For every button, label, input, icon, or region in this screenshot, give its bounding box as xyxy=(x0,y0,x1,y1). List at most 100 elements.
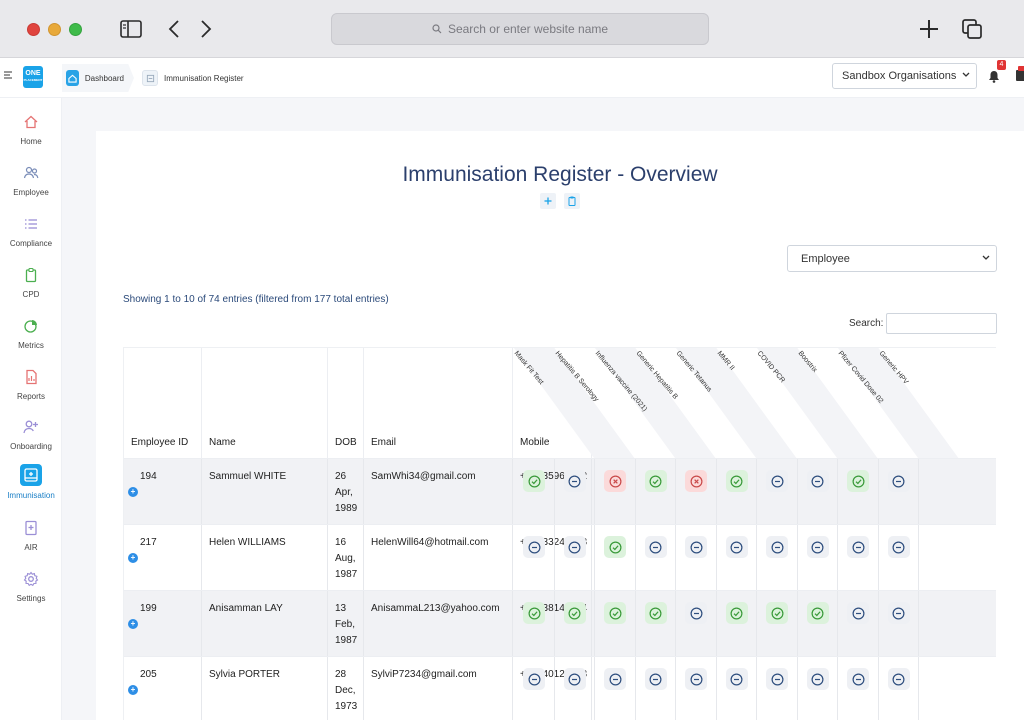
sidebar-item-label: Settings xyxy=(16,594,46,603)
vaccine-status-button[interactable] xyxy=(685,536,707,558)
vaccine-column-header[interactable]: Boostrix xyxy=(796,348,840,458)
minus-circle-icon xyxy=(528,541,541,554)
close-window-button[interactable] xyxy=(27,23,40,36)
sidebar-item-label: Metrics xyxy=(18,341,44,350)
minus-circle-icon xyxy=(811,673,824,686)
minimize-window-button[interactable] xyxy=(48,23,61,36)
sidebar-item-settings[interactable]: Settings xyxy=(0,569,62,603)
sidebar-item-home[interactable]: Home xyxy=(0,112,62,146)
vaccine-status-button[interactable] xyxy=(523,668,545,690)
minus-circle-icon xyxy=(690,673,703,686)
x-circle-icon xyxy=(690,475,703,488)
vaccine-status-button[interactable] xyxy=(563,668,586,690)
sidebar-item-compliance[interactable]: Compliance xyxy=(0,214,62,248)
vaccine-column-header[interactable]: Mask Fit Test xyxy=(513,348,556,458)
sidebar-item-metrics[interactable]: Metrics xyxy=(0,316,62,350)
vaccine-status-button[interactable] xyxy=(644,470,667,492)
back-icon[interactable] xyxy=(166,17,182,41)
vaccine-status-button[interactable] xyxy=(887,470,910,492)
tasks-icon[interactable] xyxy=(1014,66,1024,86)
vaccine-column-header[interactable]: Generic Hepatitis B xyxy=(634,348,678,458)
vaccine-status-button[interactable] xyxy=(644,602,667,624)
vaccine-column-header[interactable]: Hepatitis B Serology xyxy=(553,348,599,458)
vaccine-status-button[interactable] xyxy=(766,602,788,624)
app-logo[interactable]: ONE PLACEMENT xyxy=(23,66,43,88)
vaccine-status-button[interactable] xyxy=(523,536,545,558)
vaccine-status-button[interactable] xyxy=(847,602,869,624)
vaccine-status-button[interactable] xyxy=(887,536,910,558)
vaccine-status-button[interactable] xyxy=(563,536,586,558)
expand-row-button[interactable]: + xyxy=(128,553,138,563)
vaccine-column-header[interactable]: Generic HPV xyxy=(877,348,921,458)
vaccine-status-button[interactable] xyxy=(523,602,545,624)
sidebar-item-immunisation[interactable]: Immunisation xyxy=(0,464,62,500)
dob-part: 1987 xyxy=(335,569,358,580)
check-circle-icon xyxy=(609,541,622,554)
expand-row-button[interactable]: + xyxy=(128,619,138,629)
vaccine-status-button[interactable] xyxy=(806,470,829,492)
vaccine-status-button[interactable] xyxy=(725,668,748,690)
vaccine-status-button[interactable] xyxy=(806,602,829,624)
vaccine-status-button[interactable] xyxy=(847,470,869,492)
vaccine-status-button[interactable] xyxy=(766,668,788,690)
vaccine-status-button[interactable] xyxy=(806,536,829,558)
vaccine-status-button[interactable] xyxy=(847,668,869,690)
vaccine-status-button[interactable] xyxy=(847,536,869,558)
vaccine-status-button[interactable] xyxy=(604,470,626,492)
check-circle-icon xyxy=(852,475,865,488)
vaccine-status-button[interactable] xyxy=(685,470,707,492)
vaccine-status-button[interactable] xyxy=(887,602,910,624)
filter-select[interactable]: Employee xyxy=(787,245,997,272)
vaccine-status-button[interactable] xyxy=(604,668,626,690)
tabs-overview-icon[interactable] xyxy=(960,17,984,41)
vaccine-status-button[interactable] xyxy=(644,536,667,558)
sidebar-item-employee[interactable]: Employee xyxy=(0,163,62,197)
new-tab-icon[interactable] xyxy=(918,17,940,41)
vaccine-column-header[interactable]: MMR II xyxy=(715,348,759,458)
vaccine-status-button[interactable] xyxy=(887,668,910,690)
sidebar-item-onboarding[interactable]: Onboarding xyxy=(0,417,62,451)
minus-circle-icon xyxy=(568,475,581,488)
maximize-window-button[interactable] xyxy=(69,23,82,36)
name-cell: Sylvia PORTER xyxy=(202,657,328,720)
vaccine-status-button[interactable] xyxy=(604,602,626,624)
vaccine-status-button[interactable] xyxy=(725,602,748,624)
vaccine-column-header[interactable]: Influenza vaccine (2021) xyxy=(594,348,648,458)
notifications-button[interactable]: 4 xyxy=(986,60,1006,86)
vaccine-column-header[interactable]: Pfizer Covid Dose 02 xyxy=(837,348,885,458)
sidebar-toggle-icon[interactable] xyxy=(120,17,142,41)
check-circle-icon xyxy=(811,607,824,620)
vaccine-column-header[interactable]: COVID PCR xyxy=(756,348,799,458)
vaccine-status-button[interactable] xyxy=(563,602,586,624)
add-record-button[interactable] xyxy=(540,193,556,209)
vaccine-status-button[interactable] xyxy=(766,470,788,492)
vaccine-status-cell xyxy=(717,459,757,525)
forward-icon[interactable] xyxy=(198,17,214,41)
vaccine-status-button[interactable] xyxy=(806,668,829,690)
vaccine-status-button[interactable] xyxy=(685,602,707,624)
expand-row-button[interactable]: + xyxy=(128,685,138,695)
search-input[interactable] xyxy=(886,313,997,334)
vaccine-status-button[interactable] xyxy=(685,668,707,690)
email-cell: HelenWill64@hotmail.com xyxy=(364,525,513,591)
sidebar-item-cpd[interactable]: CPD xyxy=(0,265,62,299)
address-bar[interactable]: Search or enter website name xyxy=(331,13,709,45)
expand-row-button[interactable]: + xyxy=(128,487,138,497)
employee-dob: 26 Apr, 1989 xyxy=(335,469,357,517)
sidebar-item-air[interactable]: AIR xyxy=(0,518,62,552)
vaccine-status-button[interactable] xyxy=(644,668,667,690)
menu-icon[interactable] xyxy=(4,69,14,87)
vaccine-status-button[interactable] xyxy=(523,470,545,492)
vaccine-status-button[interactable] xyxy=(604,536,626,558)
vaccine-column-header[interactable]: Generic Tetanus xyxy=(675,348,718,458)
minus-circle-icon xyxy=(568,673,581,686)
vaccine-status-button[interactable] xyxy=(766,536,788,558)
sidebar-item-reports[interactable]: Reports xyxy=(0,367,62,401)
check-circle-icon xyxy=(730,475,743,488)
vaccine-status-button[interactable] xyxy=(563,470,586,492)
organisation-select[interactable]: Sandbox Organisations xyxy=(832,63,977,89)
vaccine-status-button[interactable] xyxy=(725,536,748,558)
vaccine-status-button[interactable] xyxy=(725,470,748,492)
breadcrumb-dashboard[interactable]: Dashboard xyxy=(62,64,134,92)
export-button[interactable] xyxy=(564,193,580,209)
